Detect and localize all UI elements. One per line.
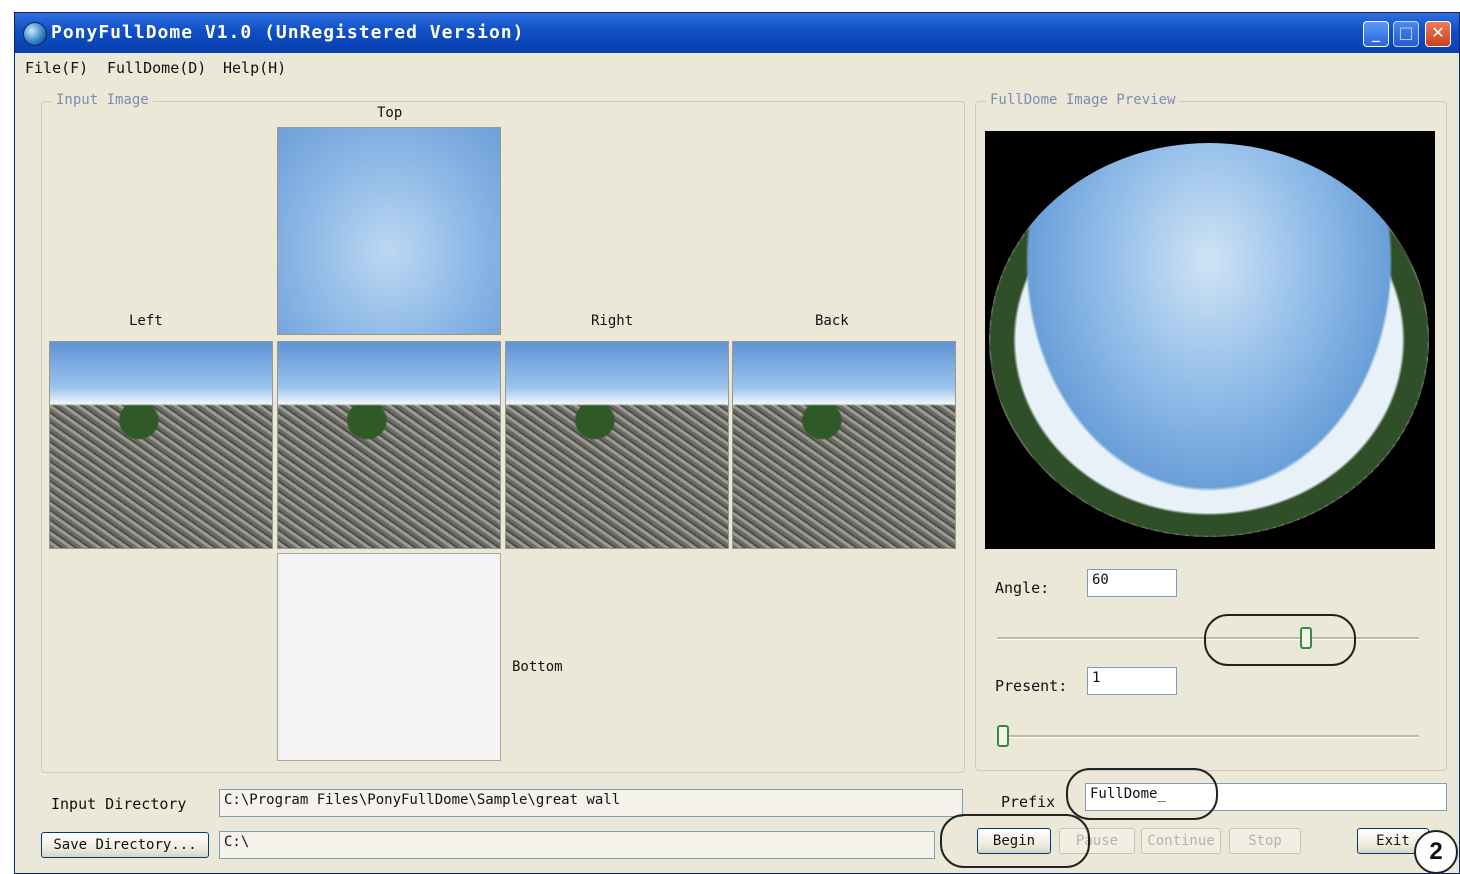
app-window: PonyFullDome V1.0 (UnRegistered Version)… [14,12,1460,874]
top-face-image[interactable] [277,127,501,335]
present-input[interactable]: 1 [1087,667,1177,695]
present-label: Present: [995,677,1068,695]
bottom-face-label: Bottom [512,659,563,675]
angle-input[interactable]: 60 [1087,569,1177,597]
present-slider-thumb[interactable] [997,725,1009,747]
title-bar[interactable]: PonyFullDome V1.0 (UnRegistered Version)… [15,13,1459,53]
input-directory-field[interactable]: C:\Program Files\PonyFullDome\Sample\gre… [219,789,963,817]
input-directory-label: Input Directory [51,795,187,813]
prefix-label: Prefix [1001,793,1056,811]
bottom-face-image[interactable] [277,553,501,761]
top-face-label: Top [377,105,403,121]
step-number-badge: 2 [1414,830,1458,874]
present-slider-track[interactable] [997,735,1419,738]
menu-help[interactable]: Help(H) [223,59,286,77]
right-face-label: Right [591,313,634,329]
preview-group-label: FullDome Image Preview [986,92,1180,108]
minimize-button[interactable]: _ [1363,21,1389,47]
save-directory-button[interactable]: Save Directory... [41,832,209,858]
front-face-image[interactable] [277,341,501,549]
input-image-group-label: Input Image [52,92,153,108]
back-face-image[interactable] [732,341,956,549]
angle-slider-callout [1204,614,1356,666]
close-button[interactable]: ✕ [1425,21,1451,47]
continue-button[interactable]: Continue [1141,828,1221,854]
left-face-label: Left [129,313,163,329]
prefix-callout [1066,768,1218,820]
app-globe-icon [23,22,47,46]
fisheye-image [989,143,1429,537]
menu-file[interactable]: File(F) [25,59,88,77]
back-face-label: Back [815,313,849,329]
menu-bar: File(F) FullDome(D) Help(H) [15,53,1459,83]
left-face-image[interactable] [49,341,273,549]
maximize-button[interactable]: □ [1393,21,1419,47]
save-directory-field[interactable]: C:\ [219,831,935,859]
begin-callout [940,814,1090,868]
menu-fulldome[interactable]: FullDome(D) [107,59,206,77]
right-face-image[interactable] [505,341,729,549]
stop-button[interactable]: Stop [1229,828,1301,854]
window-title: PonyFullDome V1.0 (UnRegistered Version) [51,22,525,43]
angle-label: Angle: [995,579,1050,597]
fulldome-preview [985,131,1435,549]
